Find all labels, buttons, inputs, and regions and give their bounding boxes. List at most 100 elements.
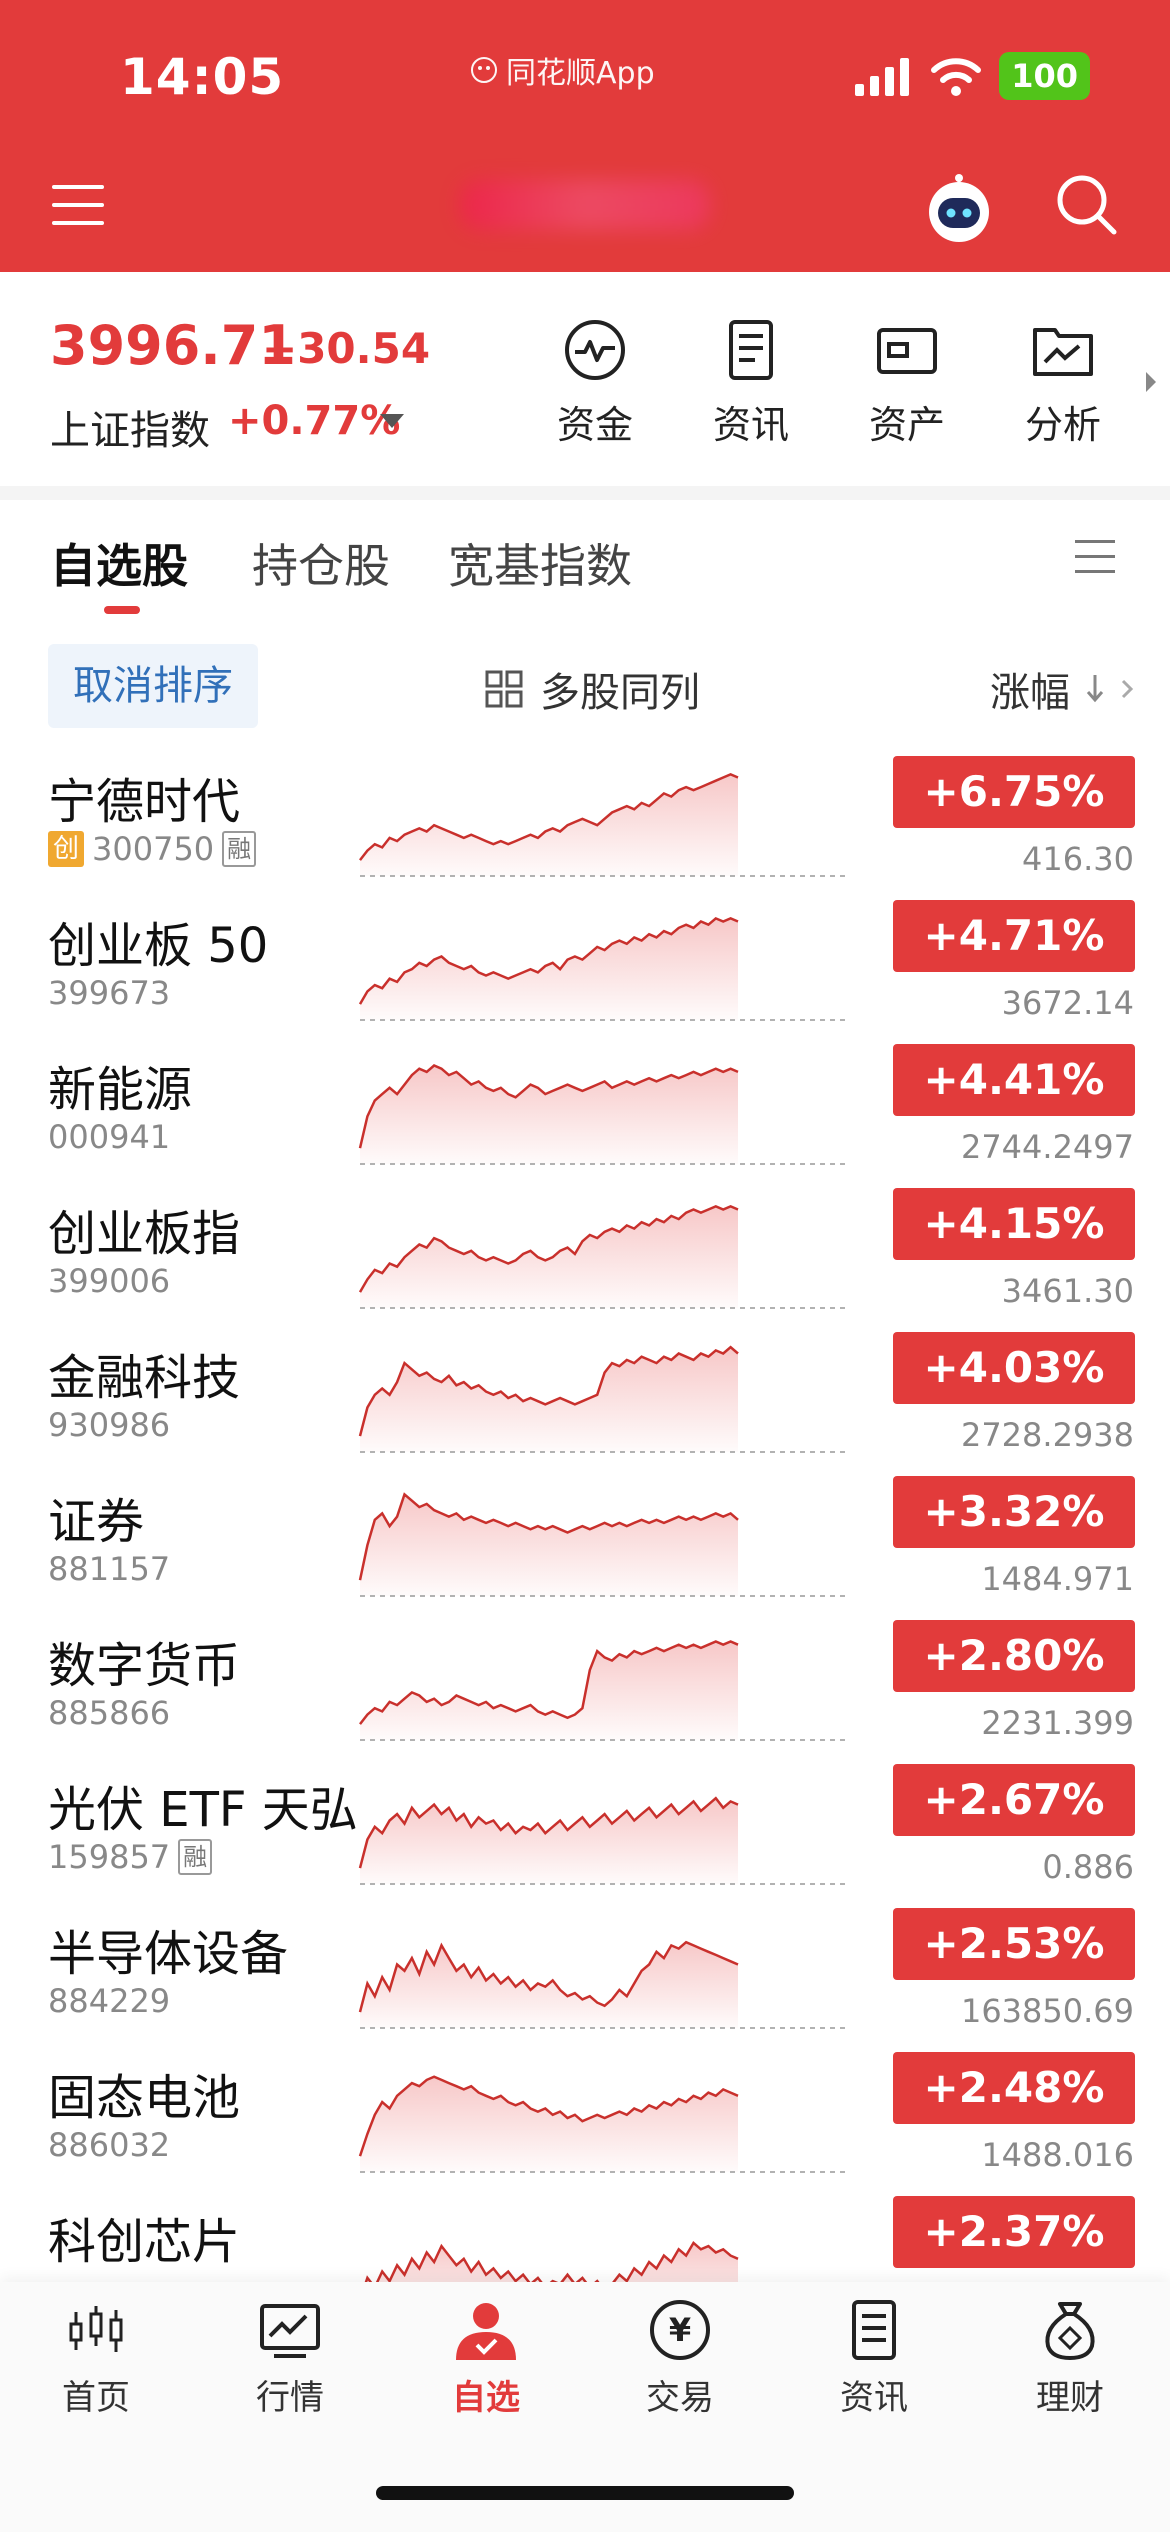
sort-by-change-button[interactable]: 涨幅 xyxy=(990,660,1134,718)
section-divider xyxy=(0,486,1170,500)
latest-price: 416.30 xyxy=(1022,840,1134,878)
stock-code-line: 930986 xyxy=(48,1406,170,1444)
change-percent-badge[interactable]: +4.71% xyxy=(893,900,1135,972)
watchlist-row[interactable]: 证券 881157 +3.32% 1484.971 xyxy=(0,1472,1170,1616)
quick-assets-button[interactable]: 资产 xyxy=(842,318,972,449)
stock-code: 885866 xyxy=(48,1694,171,1732)
watchlist-user-icon xyxy=(456,2303,516,2360)
nav-news[interactable]: 资讯 xyxy=(794,2298,954,2419)
pulse-icon xyxy=(565,320,625,380)
cancel-sort-button[interactable]: 取消排序 xyxy=(48,644,258,728)
latest-price: 163850.69 xyxy=(960,1992,1134,2030)
quick-more-arrow-icon[interactable] xyxy=(1146,372,1156,392)
change-percent-badge[interactable]: +2.53% xyxy=(893,1908,1135,1980)
news-icon xyxy=(852,2300,896,2360)
stock-name: 创业板 50 xyxy=(48,918,269,974)
robot-assistant-icon[interactable] xyxy=(922,172,996,246)
quick-analysis-button[interactable]: 分析 xyxy=(998,318,1128,449)
intraday-sparkline xyxy=(358,1064,846,1165)
change-percent-badge[interactable]: +6.75% xyxy=(893,756,1135,828)
multi-stock-button[interactable]: 多股同列 xyxy=(484,660,700,718)
signal-icon xyxy=(855,58,910,96)
stock-code-line: 000941 xyxy=(48,1118,170,1156)
stock-code: 300750 xyxy=(92,830,215,868)
chart-folder-icon xyxy=(1033,328,1093,376)
intraday-sparkline xyxy=(358,1492,846,1597)
watchlist-row[interactable]: 宁德时代创 300750 融 +6.75% 416.30 xyxy=(0,752,1170,896)
intraday-sparkline xyxy=(359,1640,846,1741)
list-menu-icon[interactable] xyxy=(1075,540,1115,574)
stock-code: 886032 xyxy=(48,2126,171,2164)
change-percent-badge[interactable]: +4.15% xyxy=(893,1188,1135,1260)
index-name[interactable]: 上证指数 xyxy=(50,398,210,456)
svg-text:¥: ¥ xyxy=(669,2311,691,2349)
stock-name: 半导体设备 xyxy=(48,1926,289,1982)
nav-wealth[interactable]: 理财 xyxy=(990,2298,1150,2419)
stock-name: 金融科技 xyxy=(48,1350,241,1406)
intraday-sparkline xyxy=(358,1796,846,1885)
change-percent-badge[interactable]: +3.32% xyxy=(893,1476,1135,1548)
latest-price: 3461.30 xyxy=(1001,1272,1134,1310)
tab-broad-index[interactable]: 宽基指数 xyxy=(448,530,632,596)
multi-stock-label: 多股同列 xyxy=(540,670,700,716)
chinext-badge: 创 xyxy=(48,831,84,867)
index-change: +30.54 xyxy=(262,324,431,373)
nav-home-label: 首页 xyxy=(62,2378,130,2418)
stock-name: 固态电池 xyxy=(48,2070,241,2126)
tab-holdings[interactable]: 持仓股 xyxy=(252,530,390,596)
stock-code: 159857 xyxy=(48,1838,171,1876)
stock-code: 000941 xyxy=(48,1118,171,1156)
change-percent-badge[interactable]: +2.67% xyxy=(893,1764,1135,1836)
quick-news-button[interactable]: 资讯 xyxy=(686,318,816,449)
stock-code-line: 159857 融 xyxy=(48,1838,213,1876)
intraday-sparkline xyxy=(358,2075,846,2173)
search-icon[interactable] xyxy=(1054,172,1118,236)
stock-code-line: 881157 xyxy=(48,1550,170,1588)
nav-trade-label: 交易 xyxy=(646,2378,714,2418)
latest-price: 2231.399 xyxy=(981,1704,1134,1742)
quick-news-label: 资讯 xyxy=(712,403,789,447)
yen-icon: ¥ xyxy=(650,2300,710,2360)
intraday-sparkline xyxy=(359,773,846,877)
menu-icon[interactable] xyxy=(52,185,104,225)
sort-column-label: 涨幅 xyxy=(990,670,1070,716)
watchlist-row[interactable]: 光伏 ETF 天弘 159857 融 +2.67% 0.886 xyxy=(0,1760,1170,1904)
sparkline-area xyxy=(360,2076,738,2172)
stock-code: 930986 xyxy=(48,1406,171,1444)
index-value[interactable]: 3996.71 xyxy=(50,314,296,377)
intraday-sparkline xyxy=(358,1345,846,1453)
card-icon xyxy=(877,328,937,374)
stock-code-line: 399006 xyxy=(48,1262,170,1300)
watchlist-row[interactable]: 半导体设备 884229 +2.53% 163850.69 xyxy=(0,1904,1170,2048)
watchlist-row[interactable]: 创业板 50 399673 +4.71% 3672.14 xyxy=(0,896,1170,1040)
latest-price: 0.886 xyxy=(1042,1848,1134,1886)
change-percent-badge[interactable]: +4.41% xyxy=(893,1044,1135,1116)
sort-down-arrow-icon xyxy=(1086,675,1104,703)
watchlist-row[interactable]: 创业板指 399006 +4.15% 3461.30 xyxy=(0,1184,1170,1328)
stock-name: 科创芯片 xyxy=(48,2214,241,2270)
change-percent-badge[interactable]: +4.03% xyxy=(893,1332,1135,1404)
quick-funds-button[interactable]: 资金 xyxy=(530,318,660,449)
nav-home[interactable]: 首页 xyxy=(16,2298,176,2419)
nav-market-label: 行情 xyxy=(256,2378,324,2418)
quick-assets-label: 资产 xyxy=(868,403,945,447)
nav-wealth-label: 理财 xyxy=(1036,2378,1104,2418)
nav-watchlist[interactable]: 自选 xyxy=(406,2298,566,2419)
change-percent-badge[interactable]: +2.37% xyxy=(893,2196,1135,2268)
nav-market[interactable]: 行情 xyxy=(210,2298,370,2419)
stock-code-line: 885866 xyxy=(48,1694,170,1732)
index-dropdown-caret-icon[interactable] xyxy=(380,414,404,428)
nav-trade[interactable]: ¥ 交易 xyxy=(600,2298,760,2419)
money-bag-icon xyxy=(1045,2302,1095,2361)
watchlist-row[interactable]: 固态电池 886032 +2.48% 1488.016 xyxy=(0,2048,1170,2192)
stock-code: 881157 xyxy=(48,1550,171,1588)
watchlist-row[interactable]: 数字货币 885866 +2.80% 2231.399 xyxy=(0,1616,1170,1760)
watchlist-row[interactable]: 金融科技 930986 +4.03% 2728.2938 xyxy=(0,1328,1170,1472)
nav-news-label: 资讯 xyxy=(840,2378,908,2418)
nav-watchlist-label: 自选 xyxy=(452,2378,520,2418)
sparkline-area xyxy=(360,1347,738,1452)
watchlist-row[interactable]: 新能源 000941 +4.41% 2744.2497 xyxy=(0,1040,1170,1184)
change-percent-badge[interactable]: +2.80% xyxy=(893,1620,1135,1692)
tab-watchlist[interactable]: 自选股 xyxy=(50,530,188,596)
change-percent-badge[interactable]: +2.48% xyxy=(893,2052,1135,2124)
